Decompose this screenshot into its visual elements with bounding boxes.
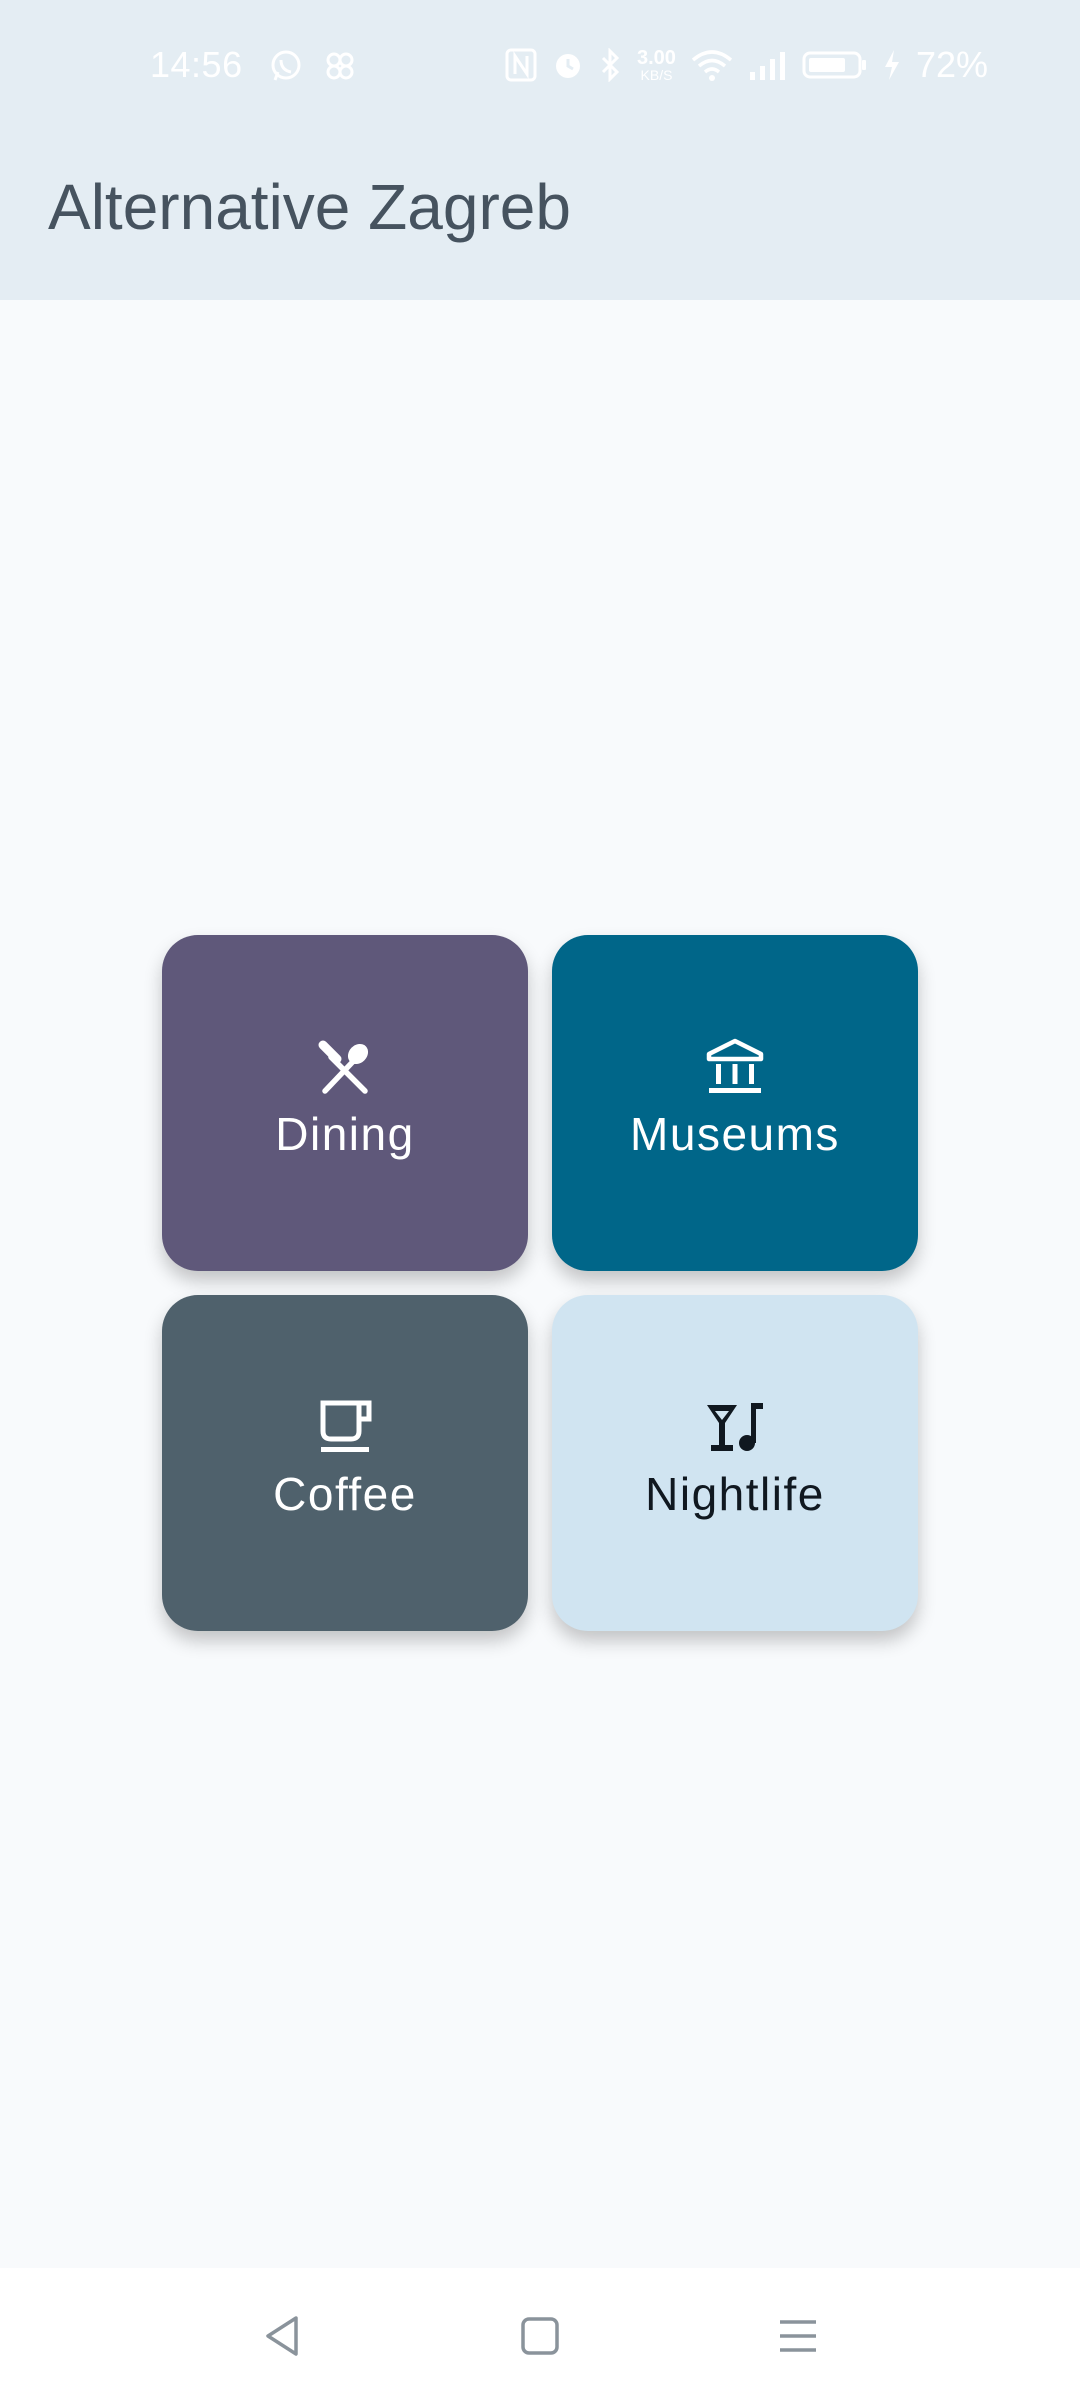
signal-icon [749,52,785,80]
status-system-icons: 3.00 KB/S 72% [505,44,988,86]
dining-label: Dining [275,1108,415,1160]
pinwheel-icon [326,52,354,80]
dining-icon [318,1040,369,1094]
bluetooth-icon [601,48,620,82]
nfc-icon [505,48,537,82]
nightlife-label: Nightlife [645,1468,825,1520]
network-speed-unit: KB/S [640,67,673,83]
back-button[interactable] [254,2308,310,2364]
alarm-icon [556,54,580,78]
network-speed-value: 3.00 [637,47,676,69]
charging-icon [884,50,899,80]
navigation-bar [0,2268,1080,2400]
recents-icon [780,2320,816,2352]
nightlife-icon [707,1403,763,1451]
coffee-tile[interactable]: Coffee [162,1295,528,1631]
coffee-label: Coffee [273,1468,417,1520]
museum-icon [706,1038,764,1093]
back-icon [266,2316,298,2356]
home-button[interactable] [512,2308,568,2364]
status-bar: 14:56 3.00 KB/S 72% [0,0,1080,140]
category-grid: Dining Museums Coffee Nightlife [162,935,918,1631]
network-speed: 3.00 KB/S [637,48,676,82]
recents-button[interactable] [770,2308,826,2364]
app-bar: Alternative Zagreb [0,140,1080,300]
home-icon [521,2317,559,2355]
status-time: 14:56 [150,44,243,85]
status-notification-icons [268,48,358,84]
nightlife-tile[interactable]: Nightlife [552,1295,918,1631]
page-title: Alternative Zagreb [48,171,571,243]
wifi-icon [691,50,733,81]
battery-percent: 72% [915,44,988,85]
screen: 14:56 3.00 KB/S 72% Alternative Zagreb D… [0,0,1080,2400]
museums-label: Museums [630,1108,840,1160]
coffee-icon [320,1400,372,1452]
whatsapp-icon [271,50,301,81]
museums-tile[interactable]: Museums [552,935,918,1271]
battery-icon [802,51,866,79]
dining-tile[interactable]: Dining [162,935,528,1271]
